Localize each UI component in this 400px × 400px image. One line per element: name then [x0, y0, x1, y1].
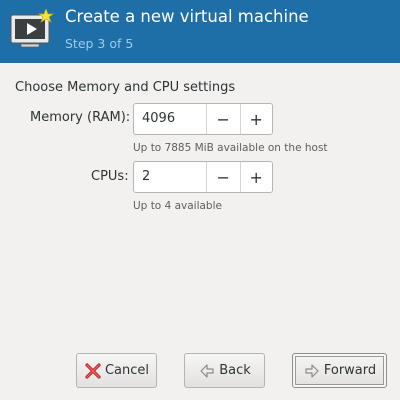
wizard-header: Create a new virtual machine Step 3 of 5 [0, 0, 400, 63]
wizard-title: Create a new virtual machine [65, 7, 309, 26]
memory-increment-button[interactable]: + [239, 104, 272, 134]
cpus-label: CPUs: [91, 169, 129, 184]
cpus-input[interactable]: 2 [134, 162, 207, 192]
red-x-icon [85, 362, 101, 379]
memory-input[interactable]: 4096 [134, 104, 207, 134]
memory-decrement-button[interactable]: − [207, 104, 240, 134]
memory-spinbox: 4096 − + [133, 103, 273, 135]
wizard-step-indicator: Step 3 of 5 [65, 36, 134, 51]
cancel-button[interactable]: Cancel [76, 353, 157, 388]
cpus-increment-button[interactable]: + [239, 162, 272, 192]
cpus-spinbox: 2 − + [133, 161, 273, 193]
cancel-label: Cancel [104, 363, 150, 378]
memory-hint: Up to 7885 MiB available on the host [133, 142, 328, 154]
memory-label: Memory (RAM): [30, 110, 131, 125]
back-label: Back [219, 363, 251, 378]
section-heading: Choose Memory and CPU settings [15, 80, 236, 95]
arrow-left-icon [200, 363, 214, 378]
cpus-decrement-button[interactable]: − [207, 162, 240, 192]
forward-button[interactable]: Forward [292, 353, 387, 388]
cpus-hint: Up to 4 available [133, 200, 222, 212]
forward-label: Forward [323, 363, 377, 378]
back-button[interactable]: Back [184, 353, 265, 388]
vm-monitor-icon [10, 9, 54, 48]
arrow-right-icon [305, 363, 319, 378]
